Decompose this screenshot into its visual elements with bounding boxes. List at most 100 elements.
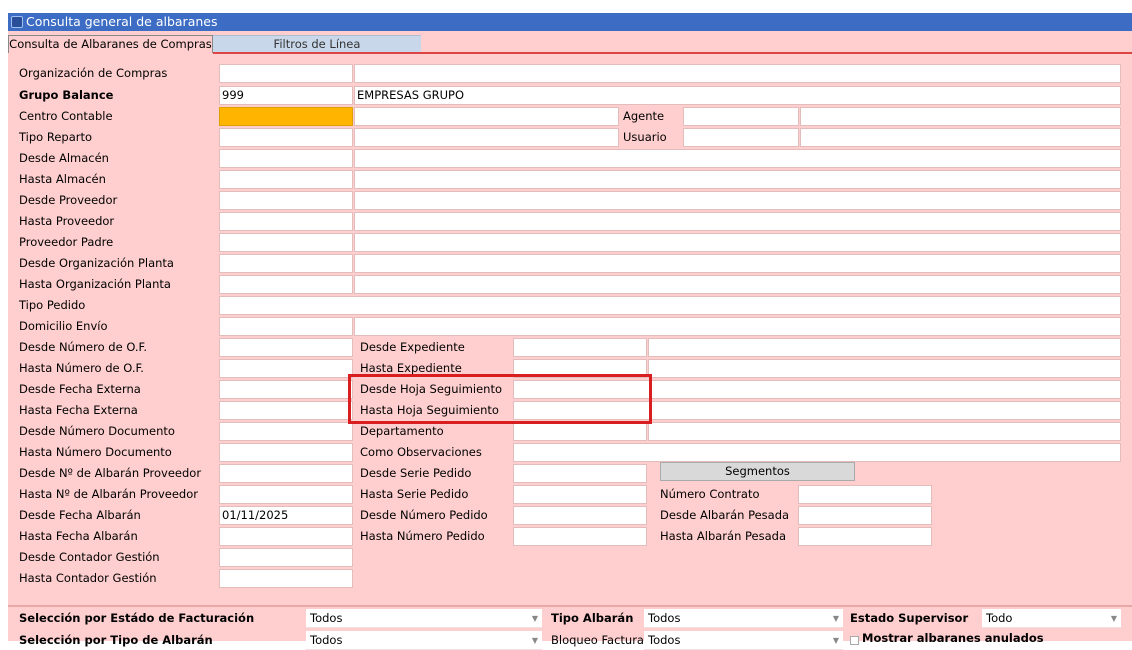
tipo-reparto-code-field[interactable] xyxy=(219,128,353,147)
org-compras-code-field[interactable] xyxy=(219,64,353,83)
desde-alb-pesada-field[interactable] xyxy=(798,506,932,525)
hasta-serie-label: Hasta Serie Pedido xyxy=(360,487,469,501)
como-obs-field[interactable] xyxy=(513,443,1121,462)
grupo-balance-code-field[interactable]: 999 xyxy=(219,86,353,105)
desde-almacen-label: Desde Almacén xyxy=(19,151,109,165)
domicilio-envio-label: Domicilio Envío xyxy=(19,319,108,333)
highlight-box xyxy=(348,374,652,424)
estado-supervisor-label: Estado Supervisor xyxy=(850,611,969,625)
tipo-albaran-label: Tipo Albarán xyxy=(551,611,634,625)
hasta-org-planta-field[interactable] xyxy=(219,275,353,294)
centro-contable-label: Centro Contable xyxy=(19,109,113,123)
tipo-albaran-select[interactable]: Todos ▼ xyxy=(644,609,843,628)
hasta-num-pedido-label: Hasta Número Pedido xyxy=(360,529,485,543)
num-contrato-field[interactable] xyxy=(798,485,932,504)
tipo-pedido-field[interactable] xyxy=(219,296,1121,315)
tab-consulta-compras[interactable]: Consulta de Albaranes de Compras xyxy=(8,35,213,53)
agente-desc-field xyxy=(800,107,1121,126)
proveedor-padre-field[interactable] xyxy=(219,233,353,252)
desde-org-planta-desc xyxy=(354,254,1121,273)
desde-num-pedido-label: Desde Número Pedido xyxy=(360,508,488,522)
hasta-fecha-albaran-field[interactable] xyxy=(219,527,353,546)
centro-contable-desc-field xyxy=(354,107,619,126)
desde-num-of-label: Desde Número de O.F. xyxy=(19,340,147,354)
desde-proveedor-desc xyxy=(354,191,1121,210)
domicilio-envio-field[interactable] xyxy=(219,317,353,336)
bottom-separator xyxy=(8,605,1132,607)
proveedor-padre-label: Proveedor Padre xyxy=(19,235,114,249)
desde-albaran-prov-field[interactable] xyxy=(219,464,353,483)
hasta-almacen-desc xyxy=(354,170,1121,189)
usuario-label: Usuario xyxy=(623,130,667,144)
departamento-label: Departamento xyxy=(360,424,444,438)
usuario-desc-field xyxy=(800,128,1121,147)
tipo-reparto-desc-field xyxy=(354,128,619,147)
como-obs-label: Como Observaciones xyxy=(360,445,482,459)
desde-num-doc-label: Desde Número Documento xyxy=(19,424,175,438)
grupo-balance-label: Grupo Balance xyxy=(19,88,114,102)
estado-supervisor-value: Todo xyxy=(986,611,1013,625)
num-contrato-label: Número Contrato xyxy=(660,487,760,501)
departamento-field[interactable] xyxy=(513,422,647,441)
proveedor-padre-desc xyxy=(354,233,1121,252)
hasta-fecha-albaran-label: Hasta Fecha Albarán xyxy=(19,529,138,543)
bloqueo-factura-value: Todos xyxy=(648,633,681,647)
desde-expediente-label: Desde Expediente xyxy=(360,340,465,354)
desde-albaran-prov-label: Desde Nº de Albarán Proveedor xyxy=(19,466,202,480)
chevron-down-icon: ▼ xyxy=(832,614,839,623)
hasta-num-doc-field[interactable] xyxy=(219,443,353,462)
window-title: Consulta general de albaranes xyxy=(26,14,218,29)
hasta-contador-field[interactable] xyxy=(219,569,353,588)
chevron-down-icon: ▼ xyxy=(1110,614,1117,623)
org-compras-desc-field xyxy=(354,64,1121,83)
domicilio-envio-desc xyxy=(354,317,1121,336)
agente-label: Agente xyxy=(623,109,665,123)
desde-num-of-field[interactable] xyxy=(219,338,353,357)
hasta-org-planta-desc xyxy=(354,275,1121,294)
hasta-contador-label: Hasta Contador Gestión xyxy=(19,571,157,585)
desde-org-planta-field[interactable] xyxy=(219,254,353,273)
centro-contable-code-field[interactable] xyxy=(219,107,353,126)
hasta-proveedor-desc xyxy=(354,212,1121,231)
hasta-num-pedido-field[interactable] xyxy=(513,527,647,546)
hasta-albaran-prov-label: Hasta Nº de Albarán Proveedor xyxy=(19,487,198,501)
tab-filtros-linea[interactable]: Filtros de Línea xyxy=(213,35,421,53)
desde-contador-field[interactable] xyxy=(219,548,353,567)
sel-estado-fact-value: Todos xyxy=(310,611,343,625)
hasta-fecha-ext-field[interactable] xyxy=(219,401,353,420)
desde-proveedor-field[interactable] xyxy=(219,191,353,210)
usuario-code-field[interactable] xyxy=(683,128,799,147)
hasta-almacen-field[interactable] xyxy=(219,170,353,189)
hasta-albaran-prov-field[interactable] xyxy=(219,485,353,504)
desde-fecha-ext-field[interactable] xyxy=(219,380,353,399)
sel-estado-fact-select[interactable]: Todos ▼ xyxy=(306,609,542,628)
sel-estado-fact-label: Selección por Estádo de Facturación xyxy=(19,611,255,625)
hasta-proveedor-field[interactable] xyxy=(219,212,353,231)
hasta-fecha-ext-label: Hasta Fecha Externa xyxy=(19,403,138,417)
desde-almacen-field[interactable] xyxy=(219,149,353,168)
segmentos-button[interactable]: Segmentos xyxy=(660,462,855,481)
hasta-alb-pesada-field[interactable] xyxy=(798,527,932,546)
desde-num-pedido-field[interactable] xyxy=(513,506,647,525)
filter-form: Organización de Compras Grupo Balance 99… xyxy=(8,53,1132,650)
desde-expediente-field[interactable] xyxy=(513,338,647,357)
agente-code-field[interactable] xyxy=(683,107,799,126)
title-bar: Consulta general de albaranes xyxy=(8,13,1132,31)
desde-num-doc-field[interactable] xyxy=(219,422,353,441)
hasta-serie-field[interactable] xyxy=(513,485,647,504)
desde-serie-label: Desde Serie Pedido xyxy=(360,466,472,480)
mostrar-anulados-label: Mostrar albaranes anulados xyxy=(862,631,1044,645)
desde-serie-field[interactable] xyxy=(513,464,647,483)
tipo-albaran-value: Todos xyxy=(648,611,681,625)
estado-supervisor-select[interactable]: Todo ▼ xyxy=(982,609,1121,628)
desde-fecha-albaran-label: Desde Fecha Albarán xyxy=(19,508,141,522)
desde-contador-label: Desde Contador Gestión xyxy=(19,550,160,564)
hasta-alb-pesada-label: Hasta Albarán Pesada xyxy=(660,529,787,543)
tab-bar: Consulta de Albaranes de Compras Filtros… xyxy=(8,31,1132,53)
hasta-num-of-field[interactable] xyxy=(219,359,353,378)
tipo-reparto-label: Tipo Reparto xyxy=(19,130,93,144)
tipo-pedido-label: Tipo Pedido xyxy=(19,298,86,312)
hasta-org-planta-label: Hasta Organización Planta xyxy=(19,277,171,291)
desde-fecha-albaran-field[interactable]: 01/11/2025 xyxy=(219,506,353,525)
org-compras-label: Organización de Compras xyxy=(19,66,168,80)
